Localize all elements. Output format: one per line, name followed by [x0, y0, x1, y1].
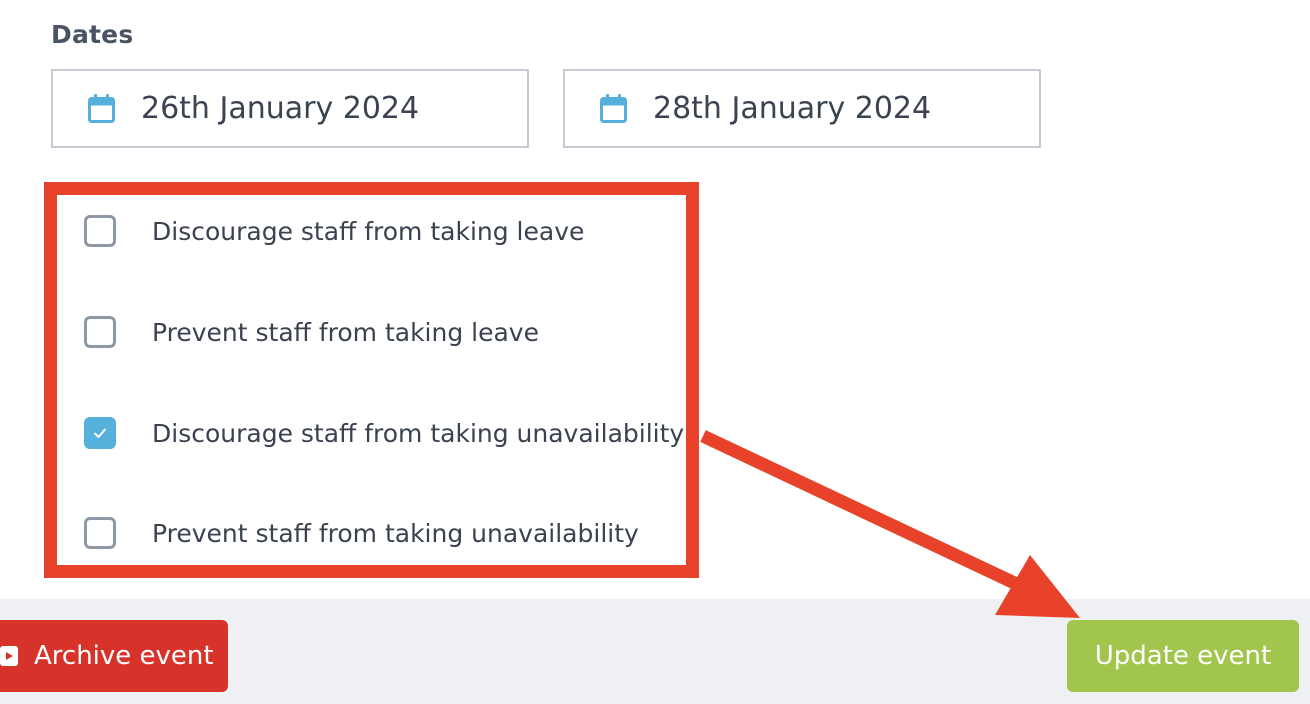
update-event-label: Update event	[1094, 641, 1272, 671]
end-date-field[interactable]: 28th January 2024	[563, 69, 1041, 148]
prevent-unavailability-label: Prevent staff from taking unavailability	[152, 518, 639, 548]
option-discourage-unavailability[interactable]: Discourage staff from taking unavailabil…	[84, 417, 684, 449]
checkmark-icon	[94, 428, 106, 438]
update-event-button[interactable]: Update event	[1067, 620, 1299, 692]
option-prevent-leave[interactable]: Prevent staff from taking leave	[84, 316, 539, 348]
prevent-unavailability-checkbox[interactable]	[84, 517, 116, 549]
prevent-leave-label: Prevent staff from taking leave	[152, 317, 539, 347]
option-prevent-unavailability[interactable]: Prevent staff from taking unavailability	[84, 517, 639, 549]
end-date-value: 28th January 2024	[653, 91, 932, 126]
dates-label: Dates	[51, 20, 134, 49]
prevent-leave-checkbox[interactable]	[84, 316, 116, 348]
calendar-icon	[600, 94, 627, 123]
archive-icon	[0, 646, 18, 666]
start-date-value: 26th January 2024	[141, 91, 420, 126]
discourage-leave-checkbox[interactable]	[84, 215, 116, 247]
discourage-unavailability-checkbox[interactable]	[84, 417, 116, 449]
archive-event-label: Archive event	[34, 641, 214, 671]
event-form: Dates 26th January 2024 28th January 202…	[0, 0, 1310, 704]
discourage-unavailability-label: Discourage staff from taking unavailabil…	[152, 418, 685, 448]
discourage-leave-label: Discourage staff from taking leave	[152, 216, 585, 246]
calendar-icon	[88, 94, 115, 123]
option-discourage-leave[interactable]: Discourage staff from taking leave	[84, 215, 584, 247]
start-date-field[interactable]: 26th January 2024	[51, 69, 529, 148]
archive-event-button[interactable]: Archive event	[0, 620, 228, 692]
